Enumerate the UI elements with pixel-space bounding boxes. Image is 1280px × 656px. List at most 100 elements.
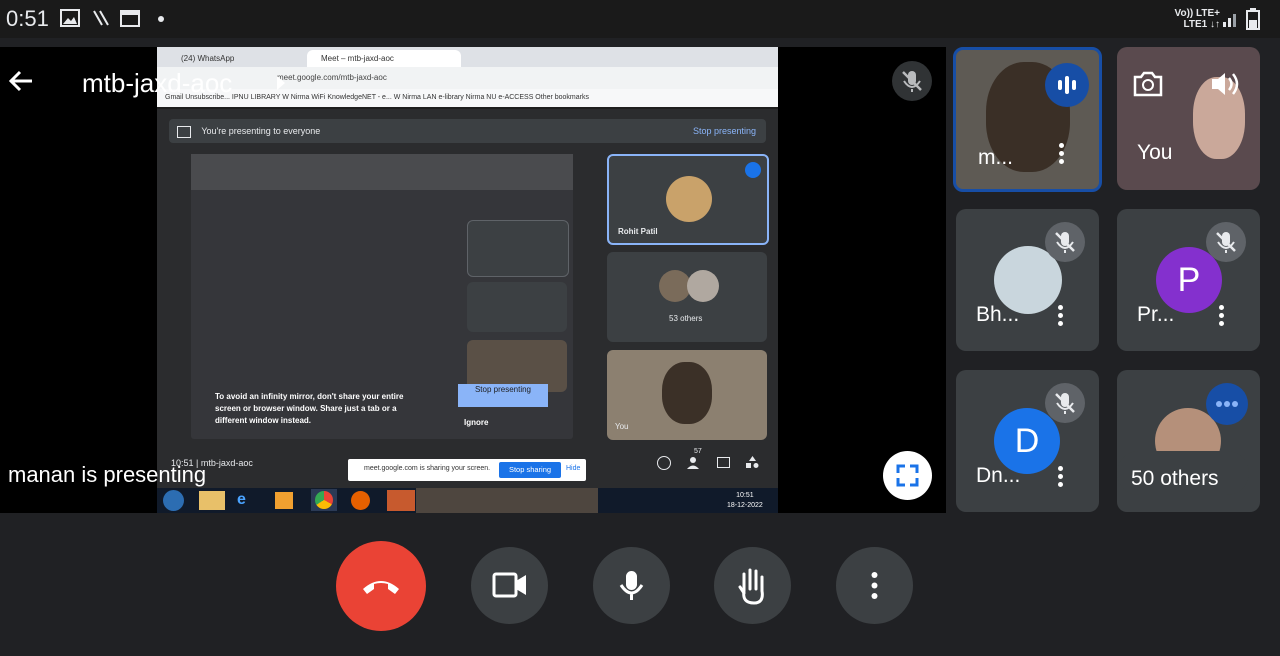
- shared-screen: (24) WhatsApp Meet – mtb-jaxd-aoc meet.g…: [157, 47, 778, 513]
- rohit-more-icon: [745, 162, 761, 178]
- browser-tab-whatsapp: (24) WhatsApp: [181, 54, 235, 63]
- presenting-banner: You're presenting to everyone Stop prese…: [169, 119, 766, 143]
- more-options-icon[interactable]: [1059, 140, 1065, 167]
- browser-tab-meet: Meet – mtb-jaxd-aoc: [307, 50, 461, 67]
- chrome-taskbar-item[interactable]: [311, 489, 337, 511]
- hand-icon: [738, 568, 764, 605]
- others-label: 53 others: [669, 314, 703, 323]
- mic-off-icon: [1045, 222, 1085, 262]
- others-avatar-2: [687, 270, 719, 302]
- participant-tile-dn[interactable]: D Dn...: [956, 370, 1099, 512]
- participant-name: 50 others: [1131, 467, 1219, 490]
- network-indicator: Vo)) LTE+ LTE1 ↓↑: [1175, 8, 1220, 30]
- missed-call-icon: [92, 9, 110, 32]
- more-options-icon[interactable]: [1058, 463, 1064, 490]
- stop-presenting-button[interactable]: Stop presenting: [458, 384, 548, 407]
- end-call-button[interactable]: [336, 541, 426, 631]
- speaking-indicator-icon: [1045, 63, 1089, 107]
- mic-off-icon: [1045, 383, 1085, 423]
- microphone-button[interactable]: [593, 547, 670, 624]
- avatar-initial: P: [1177, 261, 1201, 299]
- status-bar: [0, 0, 1280, 38]
- start-icon[interactable]: [163, 490, 184, 511]
- taskbar-time: 10:51: [736, 492, 754, 499]
- chevron-right-icon[interactable]: [276, 76, 286, 95]
- camera-icon: [492, 572, 526, 598]
- presenting-text: You're presenting to everyone: [201, 126, 321, 136]
- participant-tile-bh[interactable]: Bh...: [956, 209, 1099, 351]
- shared-tile-rohit: Rohit Patil: [607, 154, 769, 245]
- participant-tile-you[interactable]: You: [1117, 47, 1260, 190]
- bookmarks-bar: Gmail Unsubscribe... IPNU LIBRARY W Nirm…: [157, 89, 778, 107]
- raise-hand-button[interactable]: [714, 547, 791, 624]
- stop-presenting-link: Stop presenting: [692, 126, 756, 136]
- explorer-icon[interactable]: [199, 491, 225, 510]
- mic-off-indicator: [892, 61, 932, 101]
- network-line1: Vo)) LTE+: [1174, 8, 1220, 19]
- switch-camera-icon[interactable]: [1131, 69, 1165, 104]
- more-vert-icon: [871, 572, 878, 599]
- gallery-icon: [60, 9, 80, 32]
- more-options-button[interactable]: [836, 547, 913, 624]
- participant-tile-m[interactable]: m...: [953, 47, 1102, 192]
- you-video-silhouette: [662, 362, 712, 424]
- mirror-browser-bar: [191, 154, 573, 190]
- media-icon[interactable]: [275, 492, 293, 509]
- participant-name: Bh...: [976, 303, 1020, 326]
- taskbar-wallpaper-strip: [416, 488, 598, 513]
- browser-tab-strip: (24) WhatsApp Meet – mtb-jaxd-aoc: [157, 47, 778, 67]
- calendar-icon: [120, 9, 140, 32]
- status-time: 0:51: [6, 6, 49, 31]
- more-options-icon[interactable]: [1219, 302, 1225, 329]
- sharing-notice-bar: meet.google.com is sharing your screen. …: [348, 459, 586, 481]
- avatar-initial: D: [1014, 422, 1040, 460]
- address-text: meet.google.com/mtb-jaxd-aoc: [277, 73, 387, 82]
- participant-name: Pr...: [1137, 303, 1175, 326]
- more-icon[interactable]: [1206, 383, 1248, 425]
- ignore-button[interactable]: Ignore: [464, 418, 488, 427]
- infinity-mirror-warning: To avoid an infinity mirror, don't share…: [215, 392, 404, 425]
- shared-tile-you: You: [607, 350, 767, 440]
- app-icon[interactable]: [387, 490, 415, 511]
- mic-off-icon: [1206, 222, 1246, 262]
- activities-icon[interactable]: [746, 456, 759, 469]
- shared-tile-others: 53 others: [607, 252, 767, 342]
- signal-icon: [1222, 10, 1240, 33]
- participant-tile-others[interactable]: 50 others: [1117, 370, 1260, 512]
- ie-icon[interactable]: e: [237, 491, 257, 510]
- present-icon: [177, 125, 191, 138]
- you-label: You: [615, 422, 629, 431]
- taskbar-date: 18-12-2022: [727, 502, 763, 509]
- participant-tile-pr[interactable]: P Pr...: [1117, 209, 1260, 351]
- participant-name: Dn...: [976, 464, 1021, 487]
- participant-name: You: [1137, 141, 1173, 164]
- people-icon[interactable]: [686, 456, 700, 470]
- volume-icon[interactable]: [1209, 69, 1241, 104]
- firefox-icon[interactable]: [351, 491, 370, 510]
- rohit-name: Rohit Patil: [618, 227, 658, 236]
- participant-name: m...: [978, 146, 1013, 169]
- fullscreen-icon[interactable]: [883, 451, 932, 500]
- participants-count: 57: [694, 448, 702, 455]
- mirror-tile-1: [467, 220, 569, 277]
- network-line2: LTE1 ↓↑: [1183, 19, 1220, 30]
- chat-icon[interactable]: [717, 457, 730, 468]
- meeting-code-title[interactable]: mtb-jaxd-aoc: [82, 68, 232, 99]
- stop-sharing-button[interactable]: Stop sharing: [499, 462, 561, 478]
- divider: [157, 107, 778, 109]
- chrome-icon: [315, 491, 333, 509]
- mirror-tile-2: [467, 282, 567, 332]
- notification-dot-icon: [158, 16, 164, 22]
- taskbar-clock: 10:51 18-12-2022: [727, 491, 763, 511]
- hide-button[interactable]: Hide: [566, 465, 580, 472]
- camera-button[interactable]: [471, 547, 548, 624]
- rohit-avatar: [666, 176, 712, 222]
- microphone-icon: [619, 571, 644, 600]
- back-arrow-icon[interactable]: [6, 66, 36, 96]
- hang-up-icon: [363, 581, 399, 594]
- info-icon[interactable]: [657, 456, 671, 470]
- windows-taskbar: e 10:51 18-12-2022: [157, 488, 778, 513]
- sharing-notice-text: meet.google.com is sharing your screen.: [364, 465, 491, 472]
- more-options-icon[interactable]: [1058, 302, 1064, 329]
- presenter-label: manan is presenting: [8, 462, 207, 487]
